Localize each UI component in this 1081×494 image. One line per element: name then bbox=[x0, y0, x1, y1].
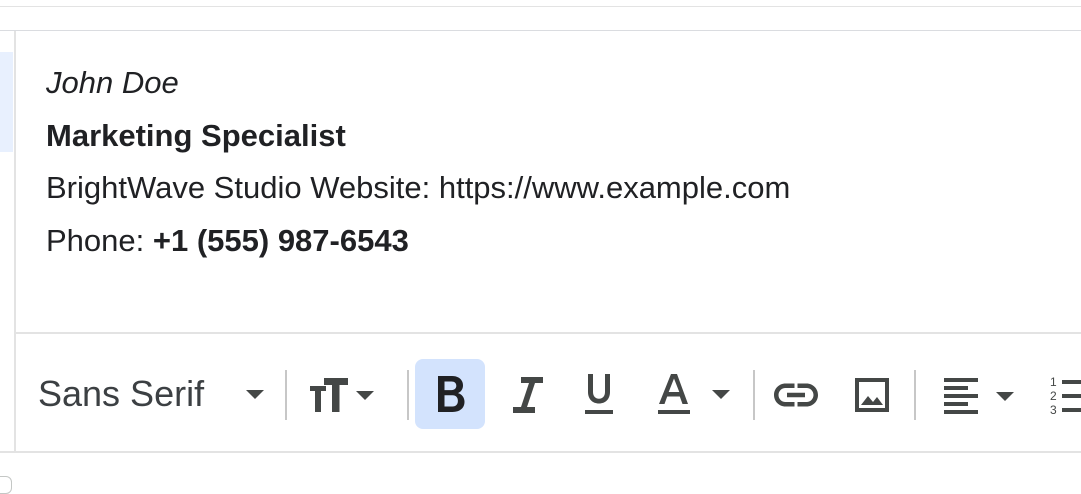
signature-phone: Phone: +1 (555) 987-6543 bbox=[46, 221, 409, 261]
italic-button[interactable] bbox=[502, 370, 552, 420]
corner-fragment bbox=[0, 476, 12, 494]
top-strip bbox=[0, 0, 1081, 7]
font-size-icon bbox=[304, 370, 384, 420]
insert-image-button[interactable] bbox=[847, 370, 897, 420]
link-icon bbox=[774, 380, 818, 410]
font-family-value: Sans Serif bbox=[38, 373, 205, 414]
link-button[interactable] bbox=[771, 370, 821, 420]
text-color-icon bbox=[652, 370, 742, 420]
align-left-icon bbox=[938, 370, 1028, 420]
signature-name: John Doe bbox=[46, 65, 179, 100]
signature-website: BrightWave Studio Website: https://www.e… bbox=[46, 170, 791, 205]
text-color-button[interactable] bbox=[652, 370, 742, 420]
toolbar-separator bbox=[753, 370, 755, 420]
phone-label: Phone: bbox=[46, 223, 153, 258]
left-highlight bbox=[0, 52, 13, 152]
bold-icon bbox=[430, 372, 470, 416]
underline-button[interactable] bbox=[574, 370, 624, 420]
signature-title: Marketing Specialist bbox=[46, 118, 346, 153]
chevron-down-icon[interactable] bbox=[246, 390, 264, 399]
bold-button[interactable] bbox=[415, 359, 485, 429]
numbered-list-button[interactable]: 1 2 3 bbox=[1046, 370, 1081, 420]
svg-text:1: 1 bbox=[1050, 375, 1057, 389]
phone-number: +1 (555) 987-6543 bbox=[152, 223, 409, 258]
formatting-toolbar: Sans Serif 1 2 3 bbox=[16, 334, 1081, 451]
align-button[interactable] bbox=[938, 370, 1028, 420]
toolbar-separator bbox=[407, 370, 409, 420]
font-family-select[interactable]: Sans Serif bbox=[38, 360, 278, 428]
editor-bottom-border bbox=[0, 451, 1081, 453]
svg-text:2: 2 bbox=[1050, 389, 1057, 403]
toolbar-separator bbox=[285, 370, 287, 420]
toolbar-separator bbox=[914, 370, 916, 420]
italic-icon bbox=[507, 373, 547, 417]
image-icon bbox=[852, 375, 892, 415]
underline-icon bbox=[579, 370, 619, 420]
numbered-list-icon: 1 2 3 bbox=[1046, 370, 1081, 420]
signature-editor[interactable]: John Doe Marketing Specialist BrightWave… bbox=[16, 31, 1081, 332]
svg-text:3: 3 bbox=[1050, 403, 1057, 417]
font-size-button[interactable] bbox=[304, 370, 384, 420]
